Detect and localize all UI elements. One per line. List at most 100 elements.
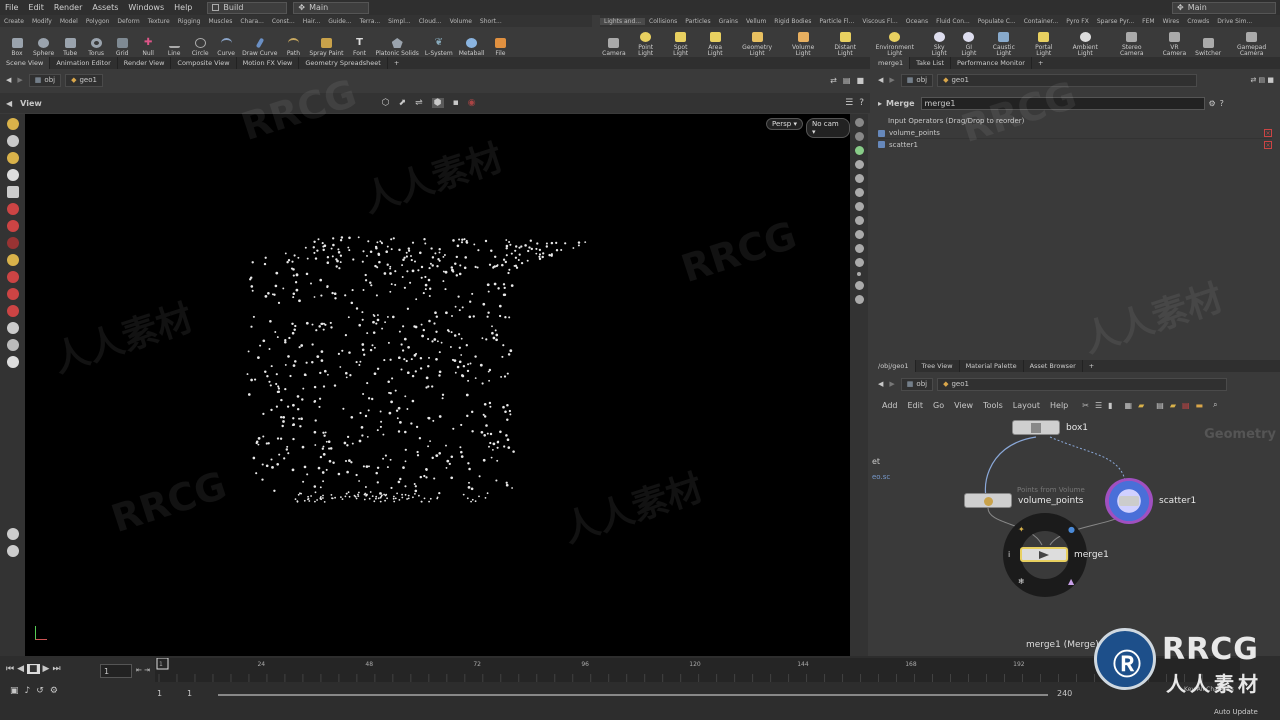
tab-tree-view[interactable]: Tree View <box>916 360 960 372</box>
desktop-selector[interactable]: Build <box>207 1 288 14</box>
tab-motion-fx-view[interactable]: Motion FX View <box>237 57 300 69</box>
tool-tube[interactable]: Tube <box>57 27 83 57</box>
shelf-tab[interactable]: Crowds <box>1183 18 1213 25</box>
shelf-tab[interactable]: Particle Fl... <box>815 18 858 25</box>
camera-view-icon[interactable] <box>854 244 864 253</box>
tool-camera[interactable]: Camera <box>600 27 628 57</box>
pointer-tool-icon[interactable] <box>6 169 19 181</box>
pose-tool-icon[interactable] <box>6 237 19 249</box>
tab-merge1[interactable]: merge1 <box>872 57 911 69</box>
tab-animation-editor[interactable]: Animation Editor <box>50 57 118 69</box>
tool-curve[interactable]: Curve <box>213 27 239 57</box>
select-tool-icon[interactable] <box>6 118 19 130</box>
display-options-icon[interactable]: ☰ <box>845 98 853 108</box>
shelf-tab[interactable]: Modify <box>28 18 56 25</box>
shelf-tab[interactable]: Guide... <box>324 18 355 25</box>
list-item[interactable]: scatter1 × <box>878 139 1272 150</box>
tool-file[interactable]: File <box>487 27 513 57</box>
camera-tool-icon[interactable] <box>6 322 19 334</box>
select-icon[interactable]: ⬈ <box>399 98 407 108</box>
shelf-tab[interactable]: Viscous Fl... <box>858 18 901 25</box>
jump-start-icon[interactable]: ⏮ <box>6 664 14 674</box>
settings-icon[interactable] <box>6 528 19 540</box>
shelf-tab[interactable]: Hair... <box>299 18 325 25</box>
shelf-tab[interactable]: Polygon <box>82 18 114 25</box>
shelf-tab[interactable]: Const... <box>268 18 299 25</box>
node-name-field[interactable]: merge1 <box>920 96 1205 110</box>
tool-gi-light[interactable]: GI Light <box>955 27 983 57</box>
tab-performance-monitor[interactable]: Performance Monitor <box>951 57 1032 69</box>
shelf-tab[interactable]: Particles <box>681 18 714 25</box>
3d-viewport[interactable]: Persp ▾ No cam ▾ <box>25 114 850 656</box>
display-icon[interactable]: ▪ <box>453 98 459 108</box>
freeze-icon[interactable]: ❄ <box>1018 577 1025 586</box>
vector-display-icon[interactable] <box>854 295 864 304</box>
tool-caustic-light[interactable]: Caustic Light <box>983 27 1025 57</box>
menu-windows[interactable]: Windows <box>123 3 169 12</box>
tool-ambient-light[interactable]: Ambient Light <box>1063 27 1108 57</box>
transform-icon[interactable]: ⇌ <box>415 98 423 108</box>
shelf-tab[interactable]: Volume <box>446 18 476 25</box>
snapshot-icon[interactable] <box>6 356 19 368</box>
wireframe-icon[interactable] <box>854 188 864 197</box>
tool-metaball[interactable]: Metaball <box>456 27 488 57</box>
background-icon[interactable] <box>854 216 864 225</box>
end-frame[interactable]: 240 <box>1057 689 1072 698</box>
tab-network[interactable]: /obj/geo1 <box>872 360 916 372</box>
tool-vr-camera[interactable]: VR Camera <box>1156 27 1193 57</box>
snap-icon[interactable]: ⬢ <box>431 98 444 108</box>
light-icon[interactable] <box>854 202 864 211</box>
network-editor[interactable]: ◀ ▶ ▦ obj ◆ geo1 Add Edit Go View Tools La… <box>872 375 1280 656</box>
view-tool-icon[interactable] <box>6 288 19 300</box>
tool-circle[interactable]: Circle <box>187 27 213 57</box>
shelf-tab[interactable]: Rigging <box>174 18 205 25</box>
scale-tool-icon[interactable] <box>6 220 19 232</box>
highlight-icon[interactable] <box>854 132 864 141</box>
tab-scene-view[interactable]: Scene View <box>0 57 51 69</box>
pin-icon[interactable]: ⇄ ▤ ■ <box>1250 76 1274 84</box>
realtime-icon[interactable]: ▣ <box>10 686 19 696</box>
tab-render-view[interactable]: Render View <box>118 57 172 69</box>
step-back-icon[interactable]: ◀ <box>17 664 24 674</box>
record-icon[interactable]: ◉ <box>468 98 476 108</box>
brush-tool-icon[interactable] <box>6 254 19 266</box>
range-slider[interactable] <box>218 694 1048 696</box>
settings-icon[interactable]: ⚙ <box>50 686 58 696</box>
menu-edit[interactable]: Edit <box>23 3 49 12</box>
cloud-icon[interactable] <box>6 545 19 557</box>
handle-tool-icon[interactable] <box>6 135 19 147</box>
menu-help[interactable]: Help <box>169 3 197 12</box>
shelf-tab[interactable]: Chara... <box>236 18 268 25</box>
shelf-set-selector[interactable]: ✥ Main <box>293 1 370 14</box>
tool-draw-curve[interactable]: Draw Curve <box>239 27 280 57</box>
start-frame[interactable]: 1 <box>157 689 162 698</box>
tool-env-light[interactable]: Environment Light <box>866 27 923 57</box>
magnet-tool-icon[interactable] <box>6 271 19 283</box>
tool-point-light[interactable]: Point Light <box>628 27 664 57</box>
tab-take-list[interactable]: Take List <box>910 57 951 69</box>
start-frame-2[interactable]: 1 <box>187 689 192 698</box>
delete-icon[interactable]: × <box>1264 140 1272 149</box>
flag-icon[interactable] <box>854 146 864 155</box>
move-tool-icon[interactable] <box>6 152 19 164</box>
shelf-tab[interactable]: Pyro FX <box>1062 18 1093 25</box>
add-tab-button[interactable]: + <box>1032 57 1049 69</box>
tab-asset-browser[interactable]: Asset Browser <box>1024 360 1083 372</box>
info-icon[interactable]: i <box>1008 550 1010 559</box>
tool-gamepad-camera[interactable]: Gamepad Camera <box>1223 27 1280 57</box>
shelf-tab[interactable]: Create <box>0 18 28 25</box>
play-icon[interactable]: ▶ <box>43 664 50 674</box>
shelf-tab[interactable]: Simpl... <box>384 18 415 25</box>
back-arrow-icon[interactable]: ◀ <box>878 76 883 84</box>
tool-grid[interactable]: Grid <box>109 27 135 57</box>
viewport-back-icon[interactable]: ◀ <box>6 99 12 108</box>
maximize-icon[interactable]: ■ <box>856 76 864 85</box>
point-display-icon[interactable] <box>857 272 861 276</box>
tool-line[interactable]: Line <box>161 27 187 57</box>
link-icon[interactable]: ▤ <box>843 76 851 85</box>
tool-geometry-light[interactable]: Geometry Light <box>732 27 782 57</box>
menu-file[interactable]: File <box>0 3 23 12</box>
tool-platonic[interactable]: Platonic Solids <box>373 27 422 57</box>
add-tab-button[interactable]: + <box>388 57 405 69</box>
selection-mode-icon[interactable]: ⬡ <box>382 98 390 108</box>
